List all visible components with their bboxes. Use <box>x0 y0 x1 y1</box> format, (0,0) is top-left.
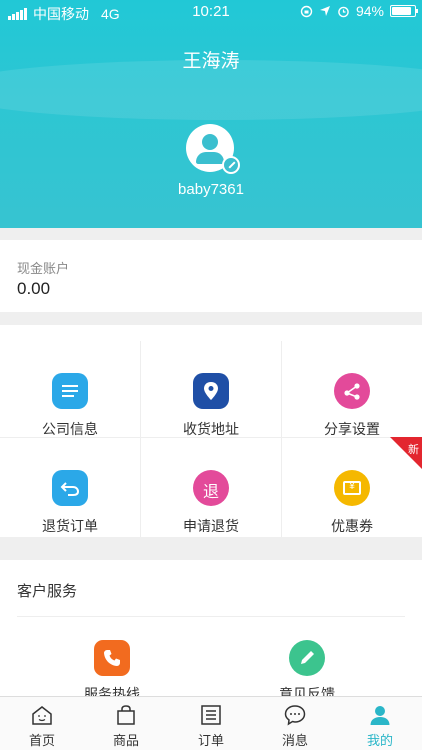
service-label: 服务热线 <box>84 686 140 696</box>
username: baby7361 <box>178 181 244 198</box>
location-arrow-icon <box>319 6 330 16</box>
grid-item-label: 公司信息 <box>42 421 98 437</box>
grid-item-shipping-address[interactable]: 收货地址 <box>141 341 281 438</box>
tab-mine[interactable]: 我的 <box>338 697 422 750</box>
tab-home[interactable]: 首页 <box>0 697 84 750</box>
grid-item-label: 申请退货 <box>183 518 239 534</box>
company-info-icon <box>52 373 88 409</box>
alarm-icon <box>338 6 349 17</box>
user-icon <box>370 706 390 725</box>
grid-item-company-info[interactable]: 公司信息 <box>0 341 140 438</box>
order-list-icon <box>201 705 221 725</box>
new-badge-label: 新 <box>408 444 419 456</box>
service-label: 意见反馈 <box>279 686 335 696</box>
grid-item-label: 分享设置 <box>324 421 380 437</box>
tab-label: 订单 <box>197 733 224 748</box>
grid-item-return-orders[interactable]: 退货订单 <box>0 438 140 535</box>
return-arrow-icon <box>52 470 88 506</box>
tab-label: 商品 <box>112 733 139 748</box>
home-icon <box>32 706 52 725</box>
function-grid: 公司信息 收货地址 分享设置 退货订单 退 申请退货 ¥ 优惠券 新 <box>0 325 422 537</box>
profile-header: 中国移动 4G 10:21 94% 王海涛 baby7361 <box>0 0 422 228</box>
battery-icon <box>390 5 418 17</box>
location-pin-icon <box>193 373 229 409</box>
cash-account-label: 现金账户 <box>17 261 70 276</box>
feedback-pencil-icon <box>289 640 325 676</box>
rotation-lock-icon <box>300 5 313 17</box>
bag-icon <box>117 705 135 725</box>
avatar[interactable] <box>186 124 240 174</box>
cash-account-value: 0.00 <box>17 279 51 298</box>
customer-service-section: 客户服务 服务热线 意见反馈 <box>0 560 422 696</box>
battery-percent: 94% <box>355 3 384 19</box>
status-bar: 中国移动 4G 10:21 94% <box>0 0 422 22</box>
share-icon <box>334 373 370 409</box>
profile-page: 中国移动 4G 10:21 94% 王海涛 baby7361 现金账户 0.00 <box>0 0 422 750</box>
refund-icon: 退 <box>193 470 229 506</box>
page-title: 王海涛 <box>182 51 240 72</box>
grid-item-share-settings[interactable]: 分享设置 <box>282 341 422 438</box>
service-feedback[interactable]: 意见反馈 <box>237 640 377 696</box>
cash-account[interactable]: 现金账户 0.00 <box>0 240 422 312</box>
tab-orders[interactable]: 订单 <box>169 697 253 750</box>
tab-bar: 首页 商品 订单 消息 我的 <box>0 696 422 750</box>
message-icon <box>284 705 306 726</box>
tab-label: 我的 <box>366 733 393 748</box>
coupon-icon: ¥ <box>334 470 370 506</box>
service-hotline[interactable]: 服务热线 <box>42 640 182 696</box>
section-title: 客户服务 <box>17 583 78 600</box>
tab-label: 消息 <box>281 733 308 748</box>
grid-item-label: 优惠券 <box>331 518 373 534</box>
grid-item-label: 退货订单 <box>42 518 98 534</box>
phone-icon <box>94 640 130 676</box>
tab-label: 首页 <box>28 733 55 748</box>
edit-pencil-icon[interactable] <box>222 156 240 174</box>
tab-products[interactable]: 商品 <box>84 697 168 750</box>
grid-item-label: 收货地址 <box>183 421 239 437</box>
grid-item-apply-return[interactable]: 退 申请退货 <box>141 438 281 535</box>
tab-messages[interactable]: 消息 <box>253 697 337 750</box>
